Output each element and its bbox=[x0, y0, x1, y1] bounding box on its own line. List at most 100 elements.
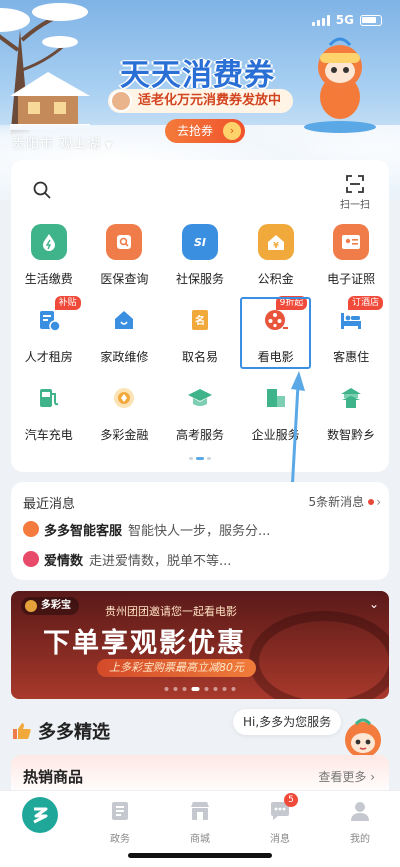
mall-icon bbox=[191, 802, 209, 820]
naming-glyph: 名 bbox=[195, 314, 205, 327]
service-label: 数智黔乡 bbox=[327, 428, 376, 442]
service-housing-fund[interactable]: ¥ 公积金 bbox=[238, 220, 314, 298]
location-text: 贵阳市 观山湖 bbox=[12, 137, 102, 152]
service-medical-insurance[interactable]: 医保查询 bbox=[87, 220, 163, 298]
assistant-chat-bubble[interactable]: Hi,多多为您服务 bbox=[233, 709, 342, 735]
name-icon: 名 bbox=[182, 302, 218, 338]
service-gaokao[interactable]: 高考服务 bbox=[162, 376, 238, 454]
new-messages-count[interactable]: 5条新消息 › bbox=[309, 493, 381, 510]
service-grid: 生活缴费 医保查询 SI 社保服务 ¥ 公积金 电子证照 补贴 人才租房 家政维… bbox=[11, 220, 389, 454]
signal-icon bbox=[311, 14, 330, 26]
service-label: 高考服务 bbox=[175, 428, 224, 442]
banner-subtitle-text: 适老化万元消费券发放中 bbox=[138, 93, 282, 108]
new-messages-text: 5条新消息 bbox=[308, 495, 365, 509]
page-indicator bbox=[189, 457, 211, 460]
service-label: 多彩金融 bbox=[100, 428, 149, 442]
service-e-license[interactable]: 电子证照 bbox=[313, 220, 389, 298]
scan-button[interactable]: 扫一扫 bbox=[337, 174, 373, 214]
tab-label: 消息 bbox=[270, 834, 290, 845]
services-card: 扫一扫 生活缴费 医保查询 SI 社保服务 ¥ 公积金 电子证照 补贴 人才租房… bbox=[11, 160, 389, 472]
duocaibao-logo: 多彩宝 bbox=[21, 597, 79, 615]
mascot-snowboarder-icon bbox=[304, 37, 376, 133]
service-label: 医保查询 bbox=[100, 272, 149, 286]
service-label: 家政维修 bbox=[100, 350, 149, 364]
chevron-down-icon[interactable]: ⌄ bbox=[369, 597, 379, 611]
subsidy-badge: 补贴 bbox=[54, 296, 81, 310]
service-social-security[interactable]: SI 社保服务 bbox=[162, 220, 238, 298]
message-item[interactable]: 爱情数 走进爱情数，脱单不等... bbox=[23, 548, 231, 570]
service-label: 公积金 bbox=[257, 272, 294, 286]
housing-fund-glyph: ¥ bbox=[273, 241, 279, 250]
message-item[interactable]: 多多智能客服 智能快人一步，服务分... bbox=[23, 518, 270, 540]
message-preview: 智能快人一步，服务分... bbox=[128, 523, 271, 539]
social-security-glyph: SI bbox=[193, 235, 206, 249]
chevron-right-icon: › bbox=[376, 495, 381, 509]
hot-products-title: 热销商品 bbox=[23, 768, 84, 786]
search-bar[interactable]: 扫一扫 bbox=[11, 160, 389, 220]
discount-badge: 9折起 bbox=[275, 296, 308, 310]
chevron-down-icon: ▼ bbox=[105, 141, 114, 151]
scan-icon bbox=[346, 175, 364, 193]
chevron-right-icon: › bbox=[370, 770, 375, 784]
see-more-text: 查看更多 bbox=[318, 770, 367, 784]
grab-coupon-button[interactable]: 去抢券 › bbox=[165, 119, 245, 143]
hot-products-card[interactable]: 热销商品 查看更多 › bbox=[11, 755, 389, 795]
tab-messages[interactable]: 5 消息 bbox=[250, 793, 310, 845]
tab-profile[interactable]: 我的 bbox=[330, 799, 390, 845]
service-row: 生活缴费 医保查询 SI 社保服务 ¥ 公积金 电子证照 bbox=[11, 220, 389, 298]
service-hotel[interactable]: 订酒店 客惠住 bbox=[313, 296, 389, 376]
home-indicator bbox=[128, 853, 272, 858]
movie-promo-banner[interactable]: 多彩宝 贵州团团邀请您一起看电影 下单享观影优惠 上多彩宝购票最高立减80元 ⌄ bbox=[11, 591, 389, 699]
tab-label: 政务 bbox=[110, 834, 130, 845]
service-smart-village[interactable]: 数智黔乡 bbox=[313, 376, 389, 454]
carousel-indicator bbox=[164, 687, 236, 691]
elder-avatar-icon bbox=[110, 90, 132, 112]
service-home-repair[interactable]: 家政维修 bbox=[87, 298, 163, 376]
search-icon[interactable] bbox=[33, 181, 51, 199]
service-label: 人才租房 bbox=[24, 350, 73, 364]
location-selector[interactable]: 贵阳市 观山湖 ▼ bbox=[12, 133, 113, 152]
service-row: 补贴 人才租房 家政维修 名 取名易 9折起 看电影 订酒店 客惠住 bbox=[11, 296, 389, 376]
tab-label: 商城 bbox=[190, 834, 210, 845]
unread-dot bbox=[368, 499, 375, 505]
service-talent-housing[interactable]: 补贴 人才租房 bbox=[11, 296, 87, 376]
profile-icon bbox=[351, 802, 369, 821]
book-hotel-badge: 订酒店 bbox=[347, 296, 383, 310]
government-icon bbox=[112, 802, 128, 820]
service-naming[interactable]: 名 取名易 bbox=[162, 298, 238, 376]
promo-invite: 贵州团团邀请您一起看电影 bbox=[105, 605, 237, 618]
service-living-payment[interactable]: 生活缴费 bbox=[11, 220, 87, 298]
featured-title-text: 多多精选 bbox=[38, 722, 110, 743]
housing-fund-icon: ¥ bbox=[257, 224, 294, 260]
heart-icon bbox=[23, 551, 39, 567]
battery-icon bbox=[360, 14, 382, 26]
see-more-link[interactable]: 查看更多 › bbox=[318, 768, 375, 785]
recent-messages-title: 最近消息 bbox=[23, 497, 76, 512]
promo-discount: 上多彩宝购票最高立减80元 bbox=[97, 659, 256, 677]
service-ev-charging[interactable]: 汽车充电 bbox=[11, 376, 87, 454]
ev-charger-icon bbox=[31, 380, 67, 416]
message-sender: 爱情数 bbox=[44, 553, 84, 569]
tab-government[interactable]: 政务 bbox=[90, 799, 150, 845]
banner-subtitle: 适老化万元消费券发放中 bbox=[108, 89, 294, 113]
service-finance[interactable]: 多彩金融 bbox=[87, 376, 163, 454]
grab-coupon-label: 去抢券 bbox=[177, 124, 214, 138]
service-label: 客惠住 bbox=[333, 350, 370, 364]
cabin-illustration bbox=[10, 72, 90, 130]
status-bar: 5G bbox=[311, 13, 382, 27]
assistant-avatar-icon bbox=[23, 521, 39, 537]
service-label: 生活缴费 bbox=[24, 272, 73, 286]
service-label: 取名易 bbox=[181, 350, 218, 364]
social-security-icon: SI bbox=[181, 224, 218, 260]
tab-home[interactable] bbox=[10, 797, 70, 833]
thumbs-up-icon bbox=[13, 723, 31, 739]
service-label: 汽车充电 bbox=[24, 428, 73, 442]
recent-messages-card[interactable]: 最近消息 5条新消息 › 多多智能客服 智能快人一步，服务分... 爱情数 走进爱… bbox=[11, 482, 389, 580]
medical-search-icon bbox=[106, 224, 143, 260]
film-reel-decoration bbox=[249, 611, 389, 699]
network-type: 5G bbox=[335, 13, 354, 27]
message-preview: 走进爱情数，脱单不等... bbox=[89, 553, 232, 569]
tab-mall[interactable]: 商城 bbox=[170, 799, 230, 845]
service-label: 电子证照 bbox=[327, 272, 376, 286]
home-logo-icon bbox=[22, 797, 58, 833]
